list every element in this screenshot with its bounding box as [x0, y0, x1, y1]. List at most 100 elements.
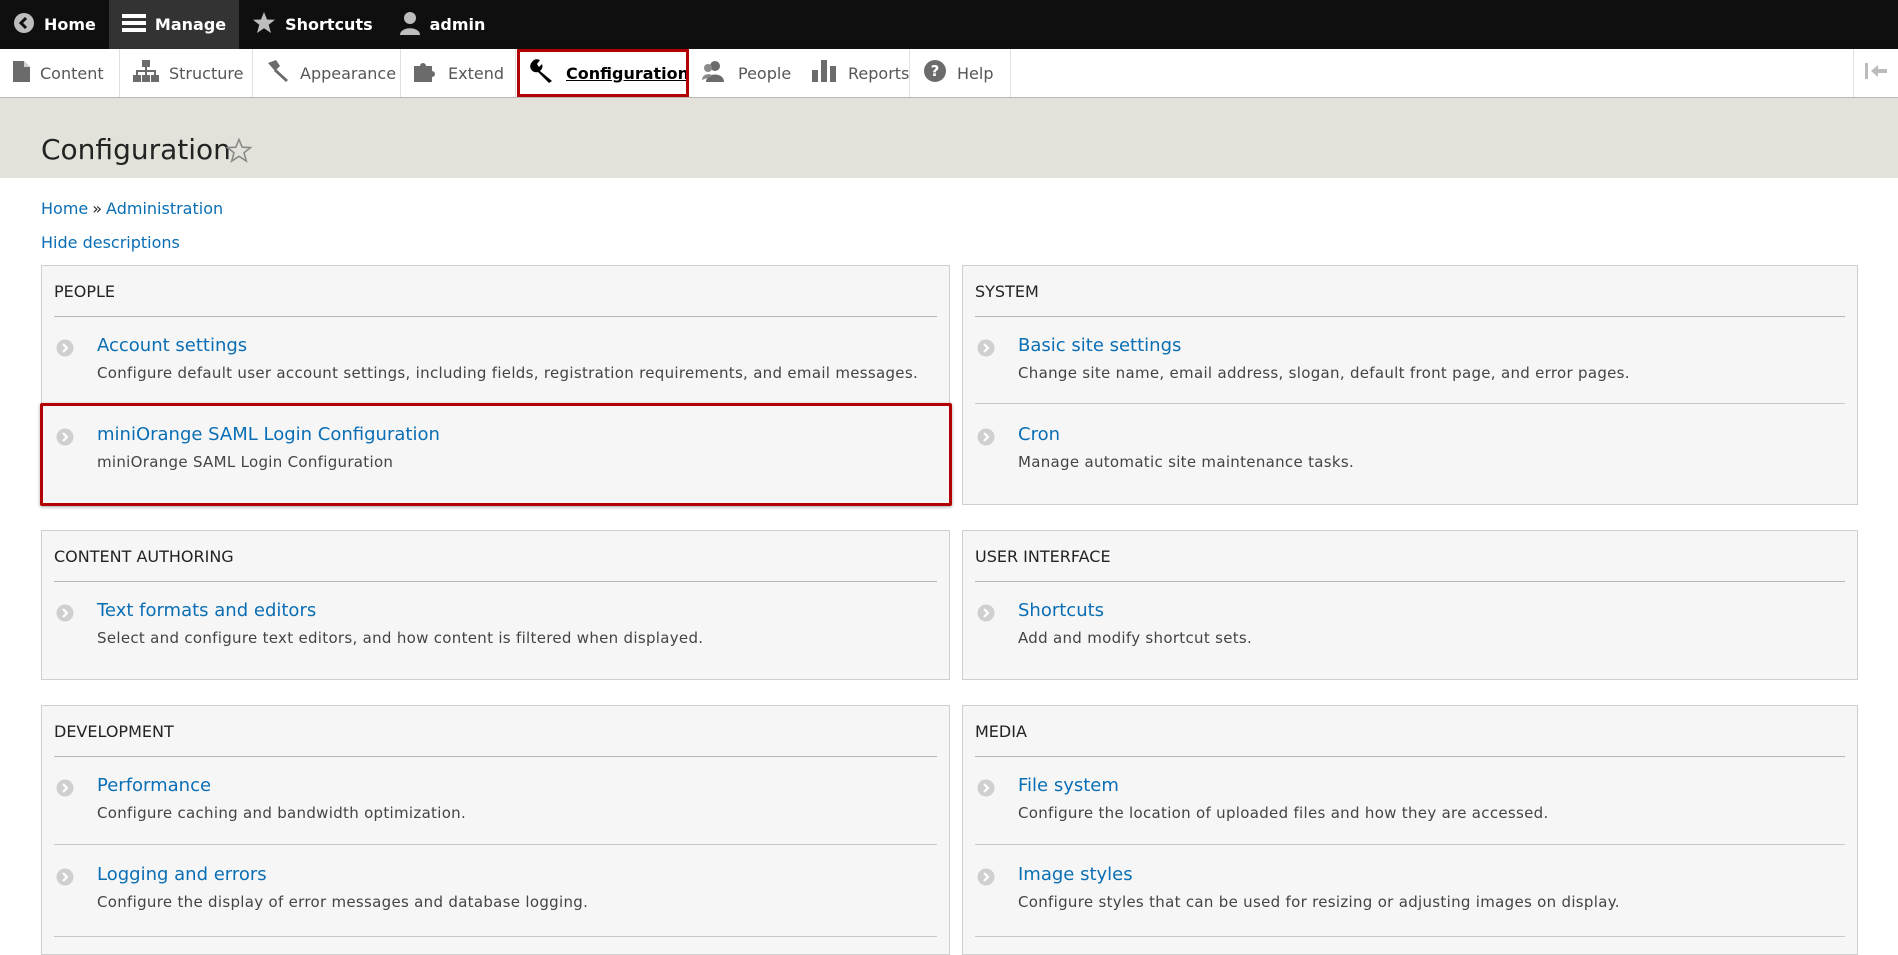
toolbar-user[interactable]: admin	[386, 0, 499, 49]
tray-item-people[interactable]: People	[689, 49, 799, 97]
account-settings-link[interactable]: Account settings	[97, 335, 247, 356]
tray-item-structure[interactable]: Structure	[120, 49, 253, 97]
basic-site-settings-link[interactable]: Basic site settings	[1018, 335, 1181, 356]
config-entry-performance: Performance Configure caching and bandwi…	[54, 773, 937, 833]
arrow-right-circle-icon	[977, 428, 995, 446]
tray-label-structure: Structure	[169, 63, 244, 83]
hamburger-icon	[121, 12, 146, 38]
tray-item-appearance[interactable]: Appearance	[253, 49, 401, 97]
arrow-right-circle-icon	[56, 868, 74, 886]
config-entry-miniorange-saml: miniOrange SAML Login Configuration mini…	[54, 422, 937, 482]
entry-divider	[975, 936, 1845, 937]
arrow-right-circle-icon	[56, 779, 74, 797]
breadcrumb: Home» Administration	[41, 199, 223, 218]
tray-label-reports: Reports	[848, 63, 910, 83]
tray-item-extend[interactable]: Extend	[401, 49, 516, 97]
toolbar-shortcuts-label: Shortcuts	[285, 15, 373, 34]
performance-description: Configure caching and bandwidth optimiza…	[97, 804, 467, 822]
entry-divider	[975, 844, 1845, 845]
entry-divider	[975, 403, 1845, 404]
tray-orientation-toggle[interactable]	[1853, 49, 1898, 97]
manage-tray: Content Structure Appearance Extend Conf…	[0, 49, 1898, 98]
config-entry-text-formats: Text formats and editors Select and conf…	[54, 598, 937, 658]
text-formats-description: Select and configure text editors, and h…	[97, 629, 704, 647]
panel-development: DEVELOPMENT Performance Configure cachin…	[41, 705, 950, 955]
help-icon: ?	[923, 59, 947, 87]
image-styles-description: Configure styles that can be used for re…	[1018, 893, 1620, 911]
tray-label-appearance: Appearance	[300, 63, 397, 83]
logging-errors-link[interactable]: Logging and errors	[97, 864, 267, 885]
tray-label-content: Content	[40, 63, 104, 83]
text-formats-link[interactable]: Text formats and editors	[97, 600, 316, 621]
cron-link[interactable]: Cron	[1018, 424, 1060, 445]
panel-content-authoring: CONTENT AUTHORING Text formats and edito…	[41, 530, 950, 680]
toolbar-manage-label: Manage	[154, 15, 227, 34]
tray-label-configuration: Configuration	[566, 63, 690, 83]
tray-item-configuration[interactable]: Configuration	[517, 49, 689, 97]
config-entry-cron: Cron Manage automatic site maintenance t…	[975, 422, 1845, 482]
config-entry-basic-site-settings: Basic site settings Change site name, em…	[975, 333, 1845, 393]
file-system-link[interactable]: File system	[1018, 775, 1119, 796]
panel-system: SYSTEM Basic site settings Change site n…	[962, 265, 1858, 505]
config-entry-shortcuts: Shortcuts Add and modify shortcut sets.	[975, 598, 1845, 658]
miniorange-saml-link[interactable]: miniOrange SAML Login Configuration	[97, 424, 440, 445]
shortcuts-link[interactable]: Shortcuts	[1018, 600, 1104, 621]
people-icon	[702, 60, 728, 86]
arrow-right-circle-icon	[56, 339, 74, 357]
panel-title-people: PEOPLE	[54, 282, 937, 317]
toolbar-user-label: admin	[429, 15, 486, 34]
puzzle-icon	[414, 60, 438, 86]
entry-divider	[54, 844, 937, 845]
performance-link[interactable]: Performance	[97, 775, 211, 796]
logging-errors-description: Configure the display of error messages …	[97, 893, 589, 911]
paint-brush-icon	[266, 60, 290, 86]
tray-item-content[interactable]: Content	[0, 49, 120, 97]
add-to-shortcuts-star-icon[interactable]	[225, 137, 253, 167]
page-header	[0, 98, 1898, 178]
back-circle-icon	[13, 12, 35, 38]
toolbar-home[interactable]: Home	[0, 0, 109, 49]
arrow-right-circle-icon	[977, 868, 995, 886]
panel-title-development: DEVELOPMENT	[54, 722, 937, 757]
toolbar-shortcuts[interactable]: Shortcuts	[239, 0, 386, 49]
file-system-description: Configure the location of uploaded files…	[1018, 804, 1549, 822]
config-entry-file-system: File system Configure the location of up…	[975, 773, 1845, 833]
arrow-right-circle-icon	[977, 604, 995, 622]
tray-item-reports[interactable]: Reports	[799, 49, 910, 97]
miniorange-saml-description: miniOrange SAML Login Configuration	[97, 453, 394, 471]
tray-label-extend: Extend	[448, 63, 504, 83]
bar-chart-icon	[812, 60, 838, 86]
panel-people: PEOPLE Account settings Configure defaul…	[41, 265, 950, 506]
hide-descriptions-link[interactable]: Hide descriptions	[41, 233, 180, 252]
sitemap-icon	[133, 60, 159, 86]
breadcrumb-administration[interactable]: Administration	[106, 199, 223, 218]
arrow-right-circle-icon	[56, 604, 74, 622]
config-entry-account-settings: Account settings Configure default user …	[54, 333, 937, 393]
shortcuts-description: Add and modify shortcut sets.	[1018, 629, 1253, 647]
admin-toolbar: Home Manage Shortcuts admin	[0, 0, 1898, 49]
config-entry-logging-errors: Logging and errors Configure the display…	[54, 862, 937, 922]
cron-description: Manage automatic site maintenance tasks.	[1018, 453, 1355, 471]
basic-site-settings-description: Change site name, email address, slogan,…	[1018, 364, 1630, 382]
toolbar-manage[interactable]: Manage	[108, 0, 240, 49]
wrench-icon	[530, 59, 556, 87]
account-settings-description: Configure default user account settings,…	[97, 364, 919, 382]
tray-label-people: People	[738, 63, 792, 83]
tray-label-help: Help	[957, 63, 994, 83]
entry-divider	[54, 936, 937, 937]
collapse-left-icon	[1865, 63, 1887, 83]
breadcrumb-home[interactable]: Home	[41, 199, 88, 218]
breadcrumb-separator: »	[92, 199, 103, 218]
panel-title-user-interface: USER INTERFACE	[975, 547, 1845, 582]
star-icon	[252, 11, 276, 38]
tray-item-help[interactable]: ? Help	[910, 49, 1011, 97]
panel-title-content-authoring: CONTENT AUTHORING	[54, 547, 937, 582]
svg-text:?: ?	[931, 62, 940, 80]
image-styles-link[interactable]: Image styles	[1018, 864, 1133, 885]
arrow-right-circle-icon	[56, 428, 74, 446]
page-title: Configuration	[41, 133, 231, 166]
panel-title-media: MEDIA	[975, 722, 1845, 757]
arrow-right-circle-icon	[977, 339, 995, 357]
toolbar-home-label: Home	[44, 15, 96, 34]
user-icon	[399, 11, 421, 39]
